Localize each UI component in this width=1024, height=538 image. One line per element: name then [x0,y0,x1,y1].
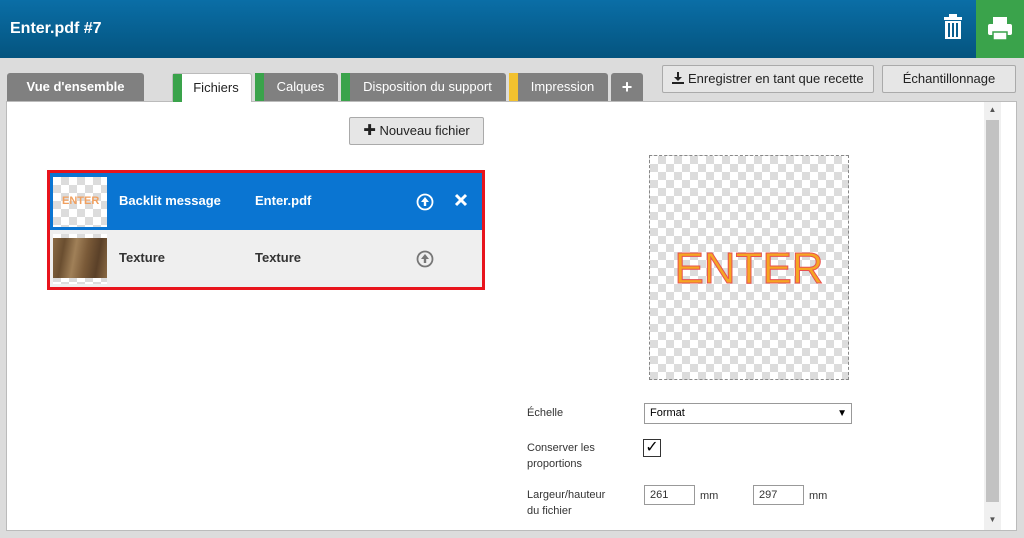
new-file-label: Nouveau fichier [379,123,470,138]
file-name: Backlit message [119,193,221,208]
status-stripe [255,73,264,101]
chevron-down-icon: ▼ [837,408,847,419]
vertical-scrollbar[interactable]: ▲ ▼ [984,102,1001,530]
preview-text: ENTER [674,244,824,294]
plus-icon: + [621,77,633,97]
status-stripe [341,73,350,101]
checkmark-icon: ✓ [645,439,659,456]
scroll-down-icon[interactable]: ▼ [984,512,1001,528]
printer-icon [988,17,1012,41]
tab-overview[interactable]: Vue d'ensemble [7,73,144,101]
scroll-up-icon[interactable]: ▲ [984,102,1001,118]
tab-files-label: Fichiers [193,80,239,95]
status-stripe [173,74,182,102]
keep-proportions-label: Conserver les proportions [527,440,595,472]
width-input[interactable] [644,485,695,505]
tab-overview-label: Vue d'ensemble [26,79,125,94]
file-size-label: Largeur/hauteur du fichier [527,487,605,519]
trash-icon [944,14,962,39]
scale-select[interactable]: Format ▼ [644,403,852,424]
keep-proportions-label-line1: Conserver les [527,442,595,454]
file-size-label-line1: Largeur/hauteur [527,489,606,501]
save-as-recipe-label: Enregistrer en tant que recette [688,71,864,86]
app-header: Enter.pdf #7 [0,0,1024,58]
scrollbar-thumb[interactable] [986,120,999,502]
print-button[interactable] [976,0,1024,58]
file-preview: ENTER [649,155,849,380]
upload-icon[interactable] [416,250,434,268]
tab-layers[interactable]: Calques [255,73,338,101]
upload-icon[interactable] [416,193,434,211]
files-panel [6,101,1017,531]
document-title: Enter.pdf #7 [10,20,102,37]
keep-proportions-checkbox[interactable]: ✓ [643,439,661,457]
file-source: Enter.pdf [255,193,312,208]
tab-files[interactable]: Fichiers [172,73,252,102]
tab-media-layout-label: Disposition du support [363,79,492,94]
file-thumbnail [53,234,107,284]
plus-icon: ✚ [363,122,376,139]
close-icon[interactable] [454,193,468,207]
file-list: ENTER Backlit message Enter.pdf Texture … [47,170,485,290]
height-unit: mm [809,490,828,502]
add-tab-button[interactable]: + [611,73,643,101]
tab-layers-label: Calques [276,79,325,94]
download-icon [672,72,685,84]
file-row-backlit[interactable]: ENTER Backlit message Enter.pdf [50,173,482,230]
file-name: Texture [119,250,165,265]
thumbnail-text: ENTER [62,195,100,207]
delete-button[interactable] [932,8,974,50]
file-thumbnail: ENTER [53,177,107,227]
tab-media-layout[interactable]: Disposition du support [341,73,506,101]
status-stripe [509,73,518,101]
tab-print-label: Impression [530,79,595,94]
sampling-label: Échantillonnage [902,71,996,86]
save-as-recipe-button[interactable]: Enregistrer en tant que recette [662,65,874,93]
new-file-button[interactable]: ✚ Nouveau fichier [349,117,484,145]
file-row-texture[interactable]: Texture Texture [50,230,482,287]
width-unit: mm [700,490,719,502]
file-source: Texture [255,250,301,265]
sampling-button[interactable]: Échantillonnage [882,65,1016,93]
keep-proportions-label-line2: proportions [527,458,583,470]
wood-texture-thumbnail [53,238,107,278]
scale-value: Format [650,407,685,419]
tab-print[interactable]: Impression [509,73,608,101]
scale-label: Échelle [527,407,564,419]
height-input[interactable] [753,485,804,505]
file-size-label-line2: du fichier [527,505,572,517]
